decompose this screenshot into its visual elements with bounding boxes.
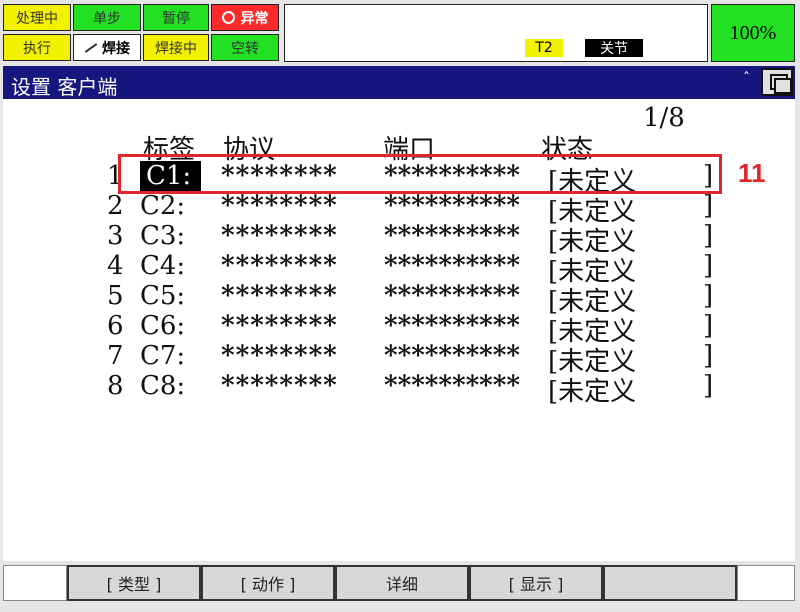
row-protocol: ********: [221, 341, 338, 371]
row-status-close: ]: [703, 191, 714, 221]
table-row[interactable]: 5 C5: ******** ********** [未定义]: [3, 281, 795, 317]
caret-up-icon: ˆ: [743, 71, 750, 87]
row-status-close: ]: [703, 311, 714, 341]
row-index: 5: [107, 281, 124, 311]
speed-override[interactable]: 100%: [711, 4, 795, 62]
row-protocol: ********: [221, 191, 338, 221]
row-index: 8: [107, 371, 124, 401]
row-label: C3:: [140, 221, 186, 251]
window-toggle-button[interactable]: [761, 68, 793, 96]
row-status-close: ]: [703, 251, 714, 281]
teach-pendant-screen: 处理中 单步 暂停 异常 执行 焊接 焊接中 空转 T2 关节 100% 设置 …: [0, 0, 800, 612]
fkey-display[interactable]: [ 显示 ]: [469, 565, 603, 601]
row-port: **********: [384, 251, 520, 281]
window-icon-front: [774, 78, 792, 94]
row-index: 6: [107, 311, 124, 341]
row-index: 2: [107, 191, 124, 221]
row-status-close: ]: [703, 371, 714, 401]
row-protocol: ********: [221, 221, 338, 251]
status-processing: 处理中: [3, 4, 71, 31]
row-port: **********: [384, 371, 520, 401]
callout-number: 11: [738, 158, 766, 188]
coord-indicator: 关节: [585, 39, 643, 57]
row-status-close: ]: [703, 221, 714, 251]
message-area: T2 关节: [284, 4, 708, 62]
fkey-blank-right: [737, 565, 795, 601]
fkey-blank-left: [3, 565, 67, 601]
table-row[interactable]: 8 C8: ******** ********** [未定义]: [3, 371, 795, 407]
row-protocol: ********: [221, 311, 338, 341]
table-row[interactable]: 6 C6: ******** ********** [未定义]: [3, 311, 795, 347]
row-label: C8:: [140, 371, 186, 401]
row-label: C2:: [140, 191, 186, 221]
row-label: C4:: [140, 251, 186, 281]
row-port: **********: [384, 341, 520, 371]
row-port: **********: [384, 191, 520, 221]
table-row[interactable]: 2 C2: ******** ********** [未定义]: [3, 191, 795, 227]
status-hold: 暂停: [143, 4, 209, 31]
table-row[interactable]: 3 C3: ******** ********** [未定义]: [3, 221, 795, 257]
weld-torch-icon: [84, 42, 98, 53]
row-protocol: ********: [221, 281, 338, 311]
row-index: 4: [107, 251, 124, 281]
fkey-5[interactable]: [603, 565, 737, 601]
status-welding: 焊接中: [143, 34, 209, 61]
fkey-action[interactable]: [ 动作 ]: [201, 565, 335, 601]
row-port: **********: [384, 221, 520, 251]
row-index: 7: [107, 341, 124, 371]
row-label: C6:: [140, 311, 186, 341]
status-step: 单步: [73, 4, 141, 31]
function-key-bar: [ 类型 ] [ 动作 ] 详细 [ 显示 ]: [3, 563, 795, 603]
fkey-type[interactable]: [ 类型 ]: [67, 565, 201, 601]
row-index: 3: [107, 221, 124, 251]
status-weld: 焊接: [73, 34, 141, 61]
status-fault-label: 异常: [240, 10, 269, 27]
highlight-box: [118, 154, 722, 194]
row-label: C7:: [140, 341, 186, 371]
status-dry-run: 空转: [211, 34, 279, 61]
row-status-close: ]: [703, 341, 714, 371]
tool-indicator: T2: [525, 39, 563, 57]
row-protocol: ********: [221, 371, 338, 401]
fkey-detail[interactable]: 详细: [335, 565, 469, 601]
row-status: [未定义: [548, 377, 637, 407]
alarm-circle-icon: [221, 11, 235, 24]
table-row[interactable]: 7 C7: ******** ********** [未定义]: [3, 341, 795, 377]
window-title-bar: 设置 客户端 ˆ: [3, 66, 795, 99]
status-grid: 处理中 单步 暂停 异常 执行 焊接 焊接中 空转: [3, 4, 279, 64]
row-status-close: ]: [703, 281, 714, 311]
window-title: 设置 客户端: [11, 75, 118, 99]
row-label: C5:: [140, 281, 186, 311]
page-indicator: 1/8: [643, 103, 685, 133]
status-run: 执行: [3, 34, 71, 61]
row-protocol: ********: [221, 251, 338, 281]
status-fault: 异常: [211, 4, 279, 31]
table-row[interactable]: 4 C4: ******** ********** [未定义]: [3, 251, 795, 287]
row-port: **********: [384, 311, 520, 341]
row-port: **********: [384, 281, 520, 311]
